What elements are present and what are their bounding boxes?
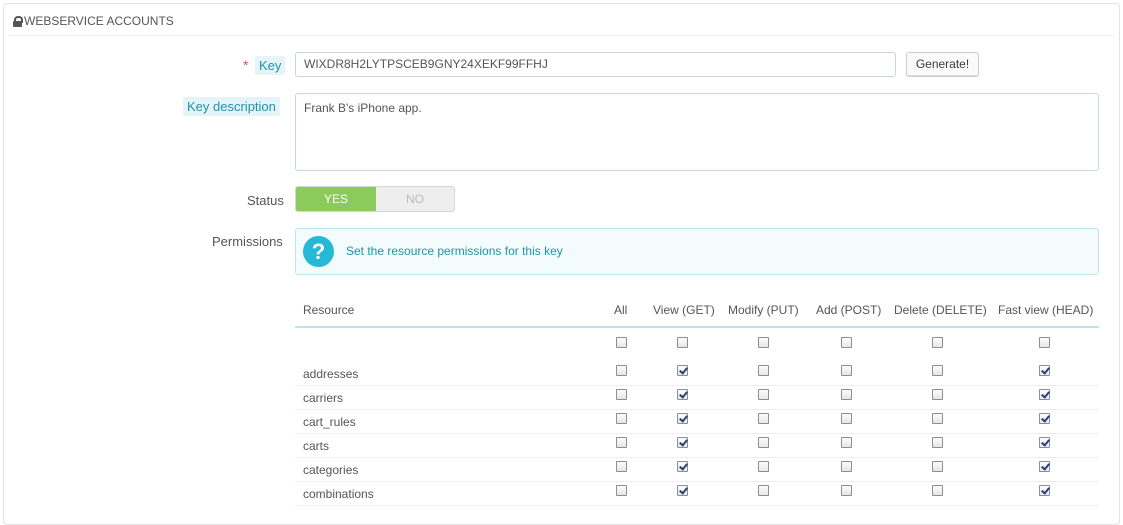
generate-button[interactable]: Generate! xyxy=(906,52,979,77)
resource-name: categories xyxy=(303,463,359,477)
col-header-view: View (GET) xyxy=(653,303,715,317)
permission-modify-checkbox[interactable] xyxy=(758,485,769,496)
status-label: Status xyxy=(247,193,284,208)
col-header-resource: Resource xyxy=(303,303,355,317)
col-header-delete: Delete (DELETE) xyxy=(894,303,987,317)
select-all-delete-checkbox[interactable] xyxy=(932,337,943,348)
status-yes-option[interactable]: YES xyxy=(296,187,376,211)
permission-modify-checkbox[interactable] xyxy=(758,413,769,424)
select-all-fast-view-checkbox[interactable] xyxy=(1039,337,1050,348)
select-all-view-checkbox[interactable] xyxy=(677,337,688,348)
row-divider xyxy=(295,457,1099,458)
table-header-divider xyxy=(295,326,1099,328)
permission-all-checkbox[interactable] xyxy=(616,485,627,496)
permission-fast-view-checkbox[interactable] xyxy=(1039,485,1050,496)
permission-delete-checkbox[interactable] xyxy=(932,365,943,376)
key-label: Key xyxy=(255,56,286,75)
permission-all-checkbox[interactable] xyxy=(616,413,627,424)
permission-delete-checkbox[interactable] xyxy=(932,485,943,496)
permission-add-checkbox[interactable] xyxy=(841,461,852,472)
row-divider xyxy=(295,505,1099,506)
permission-view-checkbox[interactable] xyxy=(677,389,688,400)
lock-icon xyxy=(13,16,23,27)
permission-modify-checkbox[interactable] xyxy=(758,437,769,448)
permission-modify-checkbox[interactable] xyxy=(758,389,769,400)
permissions-label: Permissions xyxy=(212,234,283,249)
permission-fast-view-checkbox[interactable] xyxy=(1039,461,1050,472)
permission-view-checkbox[interactable] xyxy=(677,413,688,424)
resource-name: carriers xyxy=(303,391,344,405)
permission-view-checkbox[interactable] xyxy=(677,461,688,472)
permission-view-checkbox[interactable] xyxy=(677,365,688,376)
row-divider xyxy=(295,385,1099,386)
required-asterisk: * xyxy=(243,57,249,73)
col-header-add: Add (POST) xyxy=(816,303,882,317)
permission-add-checkbox[interactable] xyxy=(841,437,852,448)
status-toggle[interactable]: YES NO xyxy=(295,186,455,212)
permission-view-checkbox[interactable] xyxy=(677,437,688,448)
permission-all-checkbox[interactable] xyxy=(616,389,627,400)
permission-fast-view-checkbox[interactable] xyxy=(1039,413,1050,424)
resource-name: cart_rules xyxy=(303,415,356,429)
row-divider xyxy=(295,409,1099,410)
panel-title-text: WEBSERVICE ACCOUNTS xyxy=(24,14,174,28)
permission-fast-view-checkbox[interactable] xyxy=(1039,437,1050,448)
permissions-hint-text: Set the resource permissions for this ke… xyxy=(346,244,563,258)
col-header-fast-view: Fast view (HEAD) xyxy=(998,303,1094,317)
question-icon: ? xyxy=(303,236,334,267)
permission-all-checkbox[interactable] xyxy=(616,461,627,472)
permission-all-checkbox[interactable] xyxy=(616,437,627,448)
col-header-modify: Modify (PUT) xyxy=(728,303,799,317)
permission-delete-checkbox[interactable] xyxy=(932,413,943,424)
permission-delete-checkbox[interactable] xyxy=(932,461,943,472)
permission-delete-checkbox[interactable] xyxy=(932,437,943,448)
permission-add-checkbox[interactable] xyxy=(841,485,852,496)
resource-name: carts xyxy=(303,439,330,453)
permission-delete-checkbox[interactable] xyxy=(932,389,943,400)
key-description-label: Key description xyxy=(183,97,280,116)
permission-modify-checkbox[interactable] xyxy=(758,365,769,376)
permission-view-checkbox[interactable] xyxy=(677,485,688,496)
select-all-add-checkbox[interactable] xyxy=(841,337,852,348)
permission-add-checkbox[interactable] xyxy=(841,413,852,424)
permission-modify-checkbox[interactable] xyxy=(758,461,769,472)
col-header-all: All xyxy=(614,303,628,317)
panel-title: WEBSERVICE ACCOUNTS xyxy=(13,14,174,28)
permission-add-checkbox[interactable] xyxy=(841,389,852,400)
resource-name: combinations xyxy=(303,487,374,501)
key-description-textarea[interactable]: Frank B's iPhone app. xyxy=(295,93,1099,171)
select-all-modify-checkbox[interactable] xyxy=(758,337,769,348)
row-divider xyxy=(295,433,1099,434)
row-divider xyxy=(295,481,1099,482)
status-no-option[interactable]: NO xyxy=(376,187,454,211)
permission-add-checkbox[interactable] xyxy=(841,365,852,376)
resource-name: addresses xyxy=(303,367,359,381)
select-all-all-checkbox[interactable] xyxy=(616,337,627,348)
key-input[interactable]: WIXDR8H2LYTPSCEB9GNY24XEKF99FFHJ xyxy=(295,52,896,77)
panel-heading: WEBSERVICE ACCOUNTS xyxy=(9,5,1114,36)
permission-all-checkbox[interactable] xyxy=(616,365,627,376)
permissions-info-alert: ? Set the resource permissions for this … xyxy=(295,228,1099,275)
permission-fast-view-checkbox[interactable] xyxy=(1039,389,1050,400)
permission-fast-view-checkbox[interactable] xyxy=(1039,365,1050,376)
